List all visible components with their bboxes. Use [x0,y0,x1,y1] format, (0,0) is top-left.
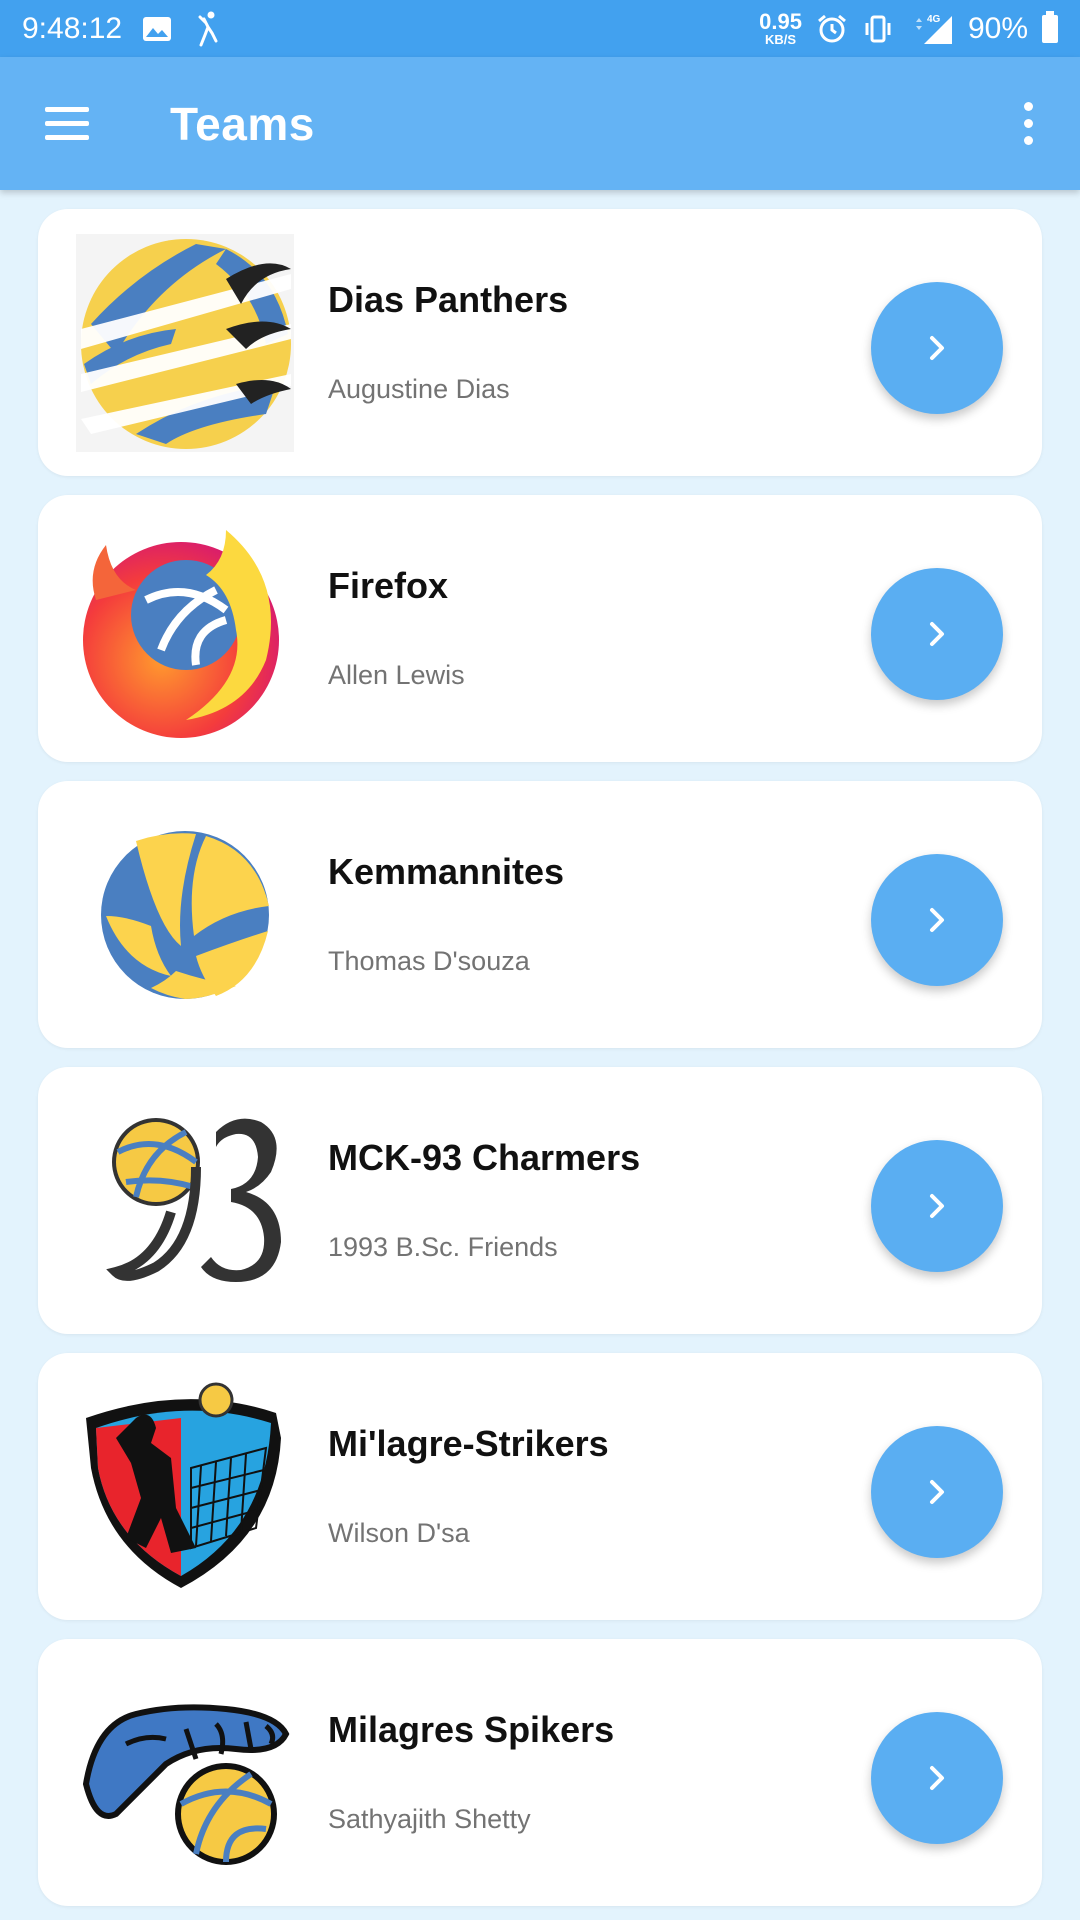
open-team-button[interactable] [871,1426,1003,1558]
team-name: MCK-93 Charmers [328,1137,641,1178]
page-title: Teams [170,97,315,150]
team-card[interactable]: Milagres Spikers Sathyajith Shetty [38,1639,1042,1906]
volleyball-player-icon [198,11,218,46]
team-owner: 1993 B.Sc. Friends [328,1232,558,1262]
open-team-button[interactable] [871,1712,1003,1844]
team-owner: Allen Lewis [328,660,465,690]
clock: 9:48:12 [22,11,123,45]
open-team-button[interactable] [871,854,1003,986]
team-card[interactable]: MCK-93 Charmers 1993 B.Sc. Friends [38,1067,1042,1334]
team-owner: Sathyajith Shetty [328,1804,531,1834]
dias-panthers-logo [76,234,294,452]
team-name: Mi'lagre-Strikers [328,1423,609,1464]
open-team-button[interactable] [871,1140,1003,1272]
team-card[interactable]: Mi'lagre-Strikers Wilson D'sa [38,1353,1042,1620]
network-speed: 0.95 KB/S [759,9,802,47]
status-bar: 9:48:12 0.95 KB/S 4G 90% [0,0,1080,57]
team-card[interactable]: Firefox Allen Lewis [38,495,1042,762]
app-bar: Teams [0,57,1080,190]
team-name: Firefox [328,565,449,606]
vibrate-icon [865,15,891,42]
team-card[interactable]: Kemmannites Thomas D'souza [38,781,1042,1048]
team-name: Dias Panthers [328,279,569,320]
team-name: Kemmannites [328,851,565,892]
battery-level: 90% [967,11,1028,45]
chevron-right-icon [930,908,944,932]
milagres-spikers-logo [82,1704,290,1865]
open-team-button[interactable] [871,282,1003,414]
mck-93-charmers-logo [106,1118,281,1282]
alarm-icon [817,14,846,42]
chevron-right-icon [930,1194,944,1218]
team-name: Milagres Spikers [328,1709,615,1750]
chevron-right-icon [930,1480,944,1504]
signal-icon: 4G [915,14,952,44]
firefox-logo [83,530,279,738]
team-owner: Wilson D'sa [328,1518,470,1548]
team-card[interactable]: Dias Panthers Augustine Dias [38,209,1042,476]
kemmannites-logo [101,831,269,999]
battery-icon [1042,10,1058,43]
menu-button[interactable] [22,79,112,169]
svg-text:4G: 4G [927,14,941,25]
open-team-button[interactable] [871,568,1003,700]
chevron-right-icon [930,622,944,646]
chevron-right-icon [930,1766,944,1790]
more-options-button[interactable] [998,79,1058,169]
chevron-right-icon [930,336,944,360]
milagre-strikers-logo [86,1382,281,1588]
team-owner: Thomas D'souza [328,946,530,976]
team-owner: Augustine Dias [328,374,510,404]
image-icon [143,16,172,41]
